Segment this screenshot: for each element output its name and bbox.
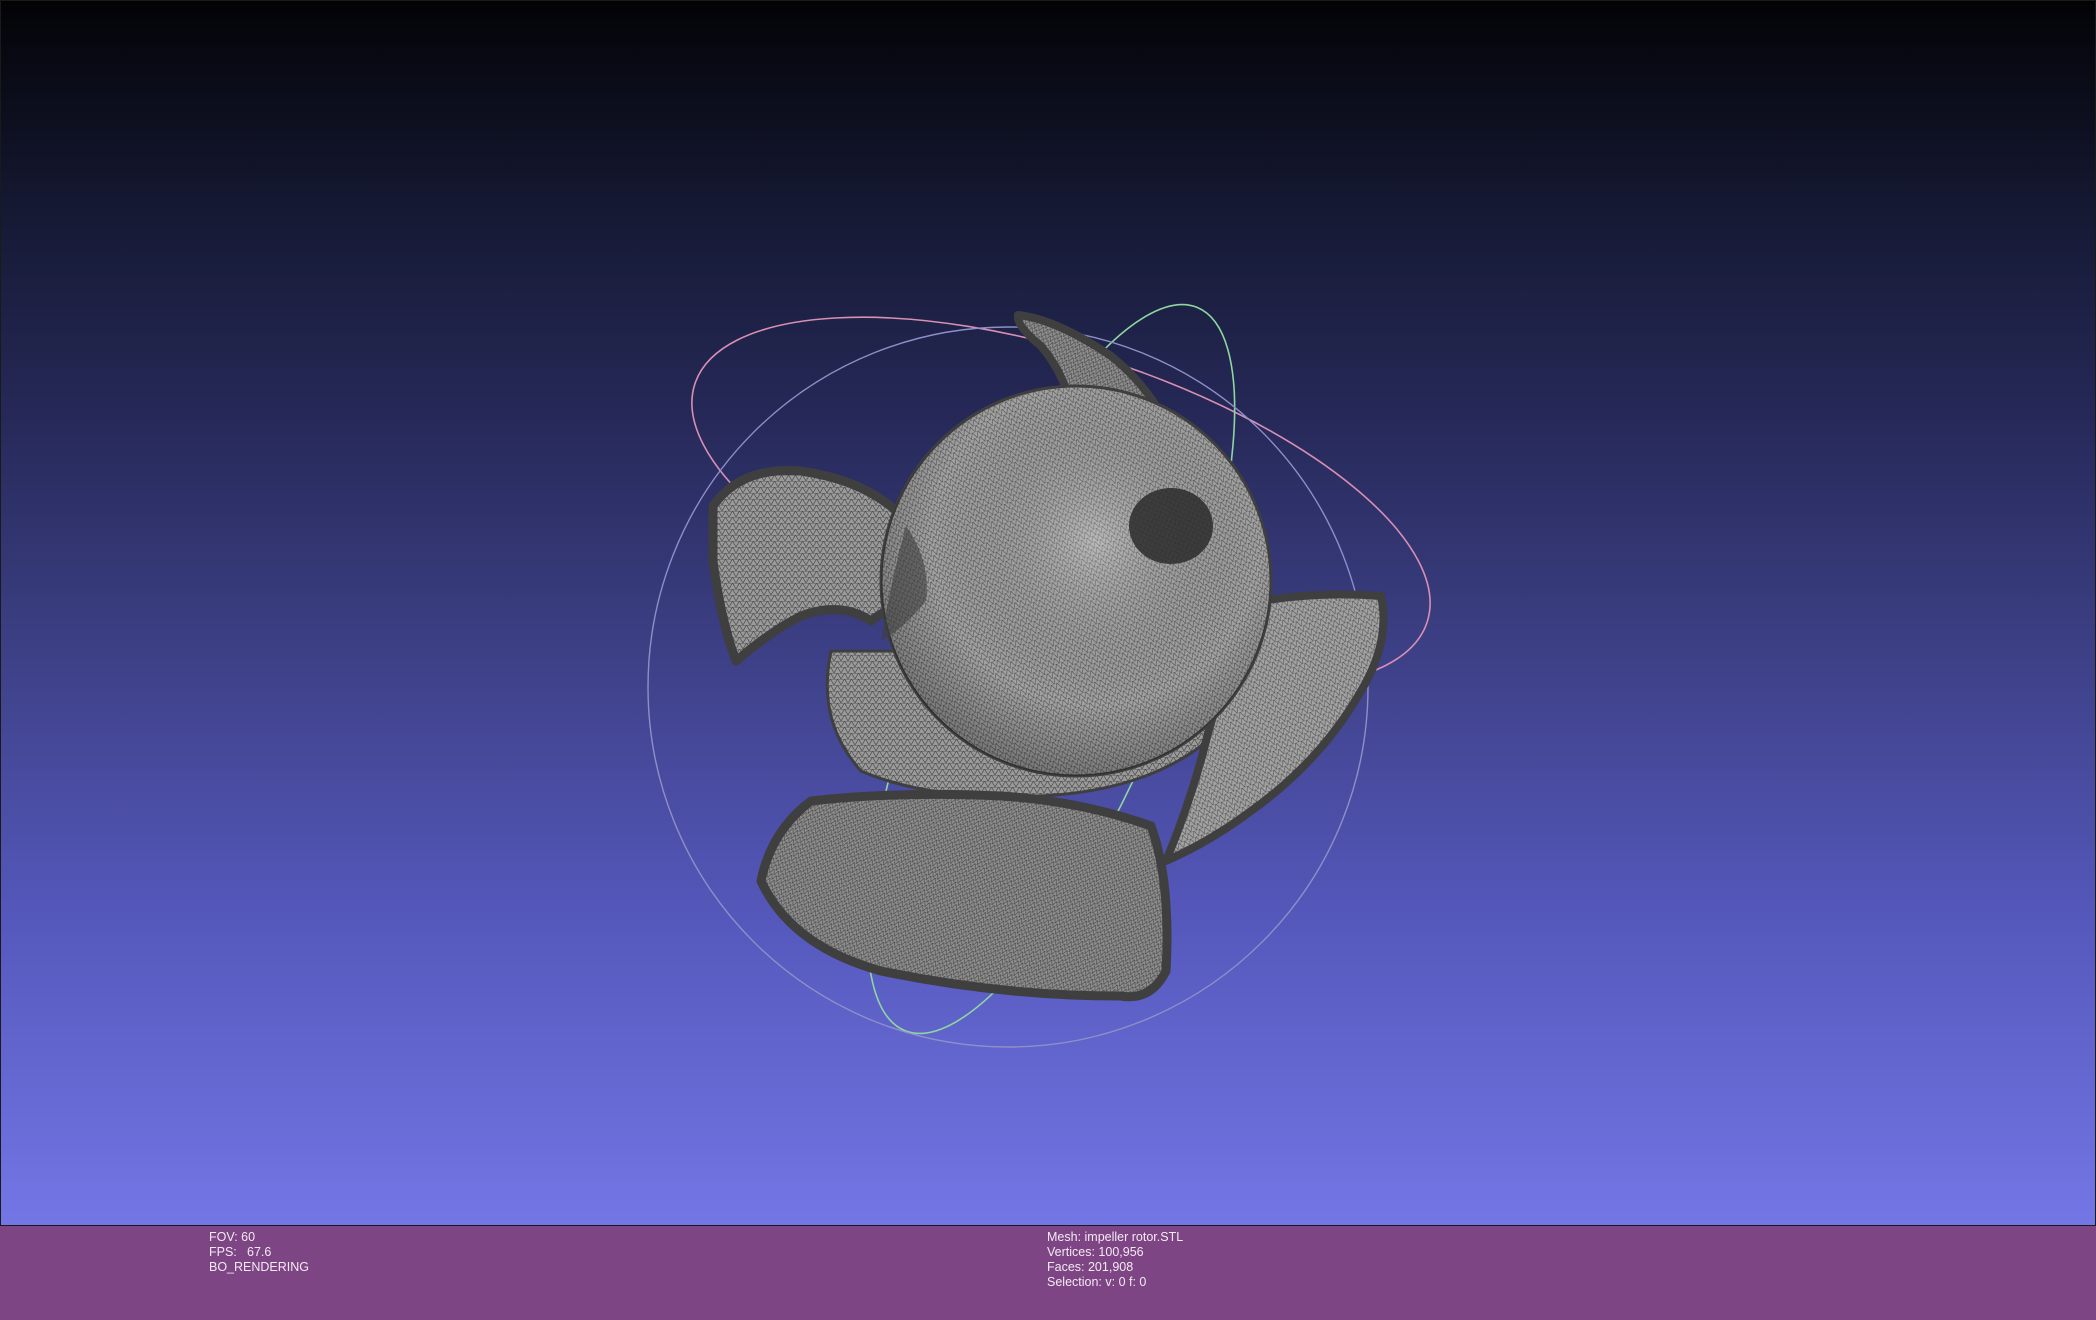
- fps-value: 67.6: [247, 1245, 272, 1259]
- faces-readout: Faces: 201,908: [1047, 1260, 1134, 1274]
- sphere-shading: [881, 386, 1271, 776]
- mesh-name-readout: Mesh: impeller rotor.STL: [1047, 1230, 1184, 1244]
- mesh-info: Mesh: impeller rotor.STL Vertices: 100,9…: [1047, 1230, 1183, 1290]
- fps-readout: FPS: 67.6: [209, 1245, 309, 1260]
- viewport-canvas[interactable]: [1, 1, 2096, 1226]
- fps-label: FPS:: [209, 1245, 237, 1259]
- impeller-rotor-mesh[interactable]: [708, 311, 1388, 1002]
- selection-readout: Selection: v: 0 f: 0: [1047, 1275, 1147, 1289]
- meshlab-window: FOV: 60 FPS: 67.6 BO_RENDERING Mesh: impe…: [0, 0, 2096, 1320]
- status-info-bar: FOV: 60 FPS: 67.6 BO_RENDERING Mesh: impe…: [0, 1226, 2096, 1320]
- render-info: FOV: 60 FPS: 67.6 BO_RENDERING: [209, 1230, 309, 1275]
- 3d-viewport[interactable]: [0, 0, 2096, 1226]
- hub-hole: [1129, 488, 1213, 564]
- render-mode-readout: BO_RENDERING: [209, 1260, 310, 1274]
- fov-readout: FOV: 60: [209, 1230, 256, 1244]
- vertices-readout: Vertices: 100,956: [1047, 1245, 1144, 1259]
- bottom-blade[interactable]: [756, 789, 1172, 1002]
